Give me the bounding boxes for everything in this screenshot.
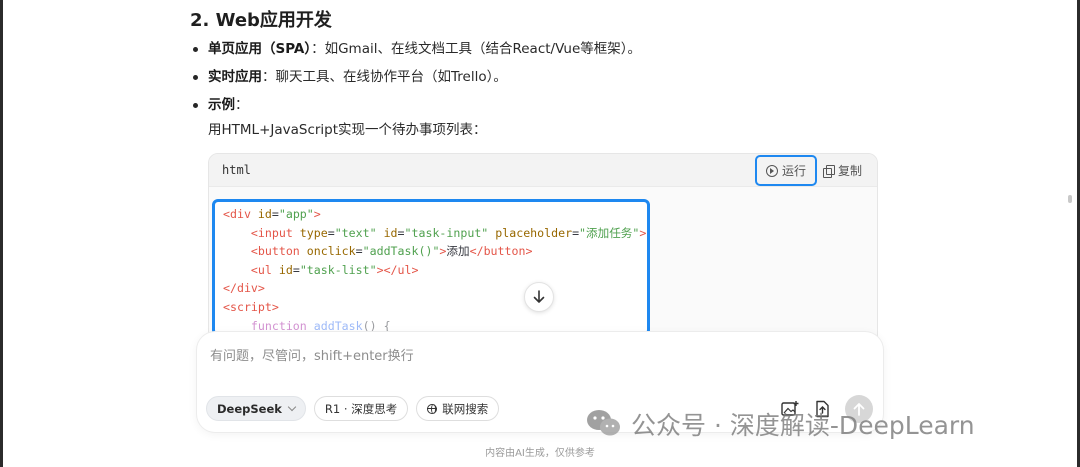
globe-icon [427,403,438,414]
code-block: html 运行 复制 <div id="app"> <input type="t… [208,153,878,353]
copy-icon [823,164,835,178]
copy-label: 复制 [838,164,863,178]
scrollbar-indicator[interactable] [1068,195,1072,203]
deep-think-label: R1 · 深度思考 [324,401,398,416]
send-icon [853,403,865,416]
code-line: <div id="app"> [223,207,321,221]
image-add-icon [781,401,799,416]
copy-button[interactable]: 复制 [823,162,862,179]
bullet-item-spa: 单页应用（SPA）：如Gmail、在线文档工具（结合React/Vue等框架）。 [192,38,641,66]
deep-think-toggle[interactable]: R1 · 深度思考 [313,396,409,421]
image-add-button[interactable] [781,400,799,422]
ai-disclaimer: 内容由AI生成，仅供参考 [485,448,595,459]
model-selector[interactable]: DeepSeek [206,396,306,421]
message-input[interactable]: 有问题，尽管问，shift+enter换行 [210,345,414,364]
bullet-label: 实时应用 [208,69,262,85]
example-intro: 用HTML+JavaScript实现一个待办事项列表： [208,122,487,138]
code-block-header: html 运行 复制 [209,154,877,187]
web-search-label: 联网搜索 [442,401,489,416]
upload-file-button[interactable] [815,400,830,423]
left-window-edge [0,0,3,467]
code-line: <ul id="task-list"></ul> [250,262,419,277]
bullet-list: 单页应用（SPA）：如Gmail、在线文档工具（结合React/Vue等框架）。… [192,38,641,122]
code-line: <button onclick="addTask()">添加</button> [250,244,533,259]
section-heading: 2. Web应用开发 [190,10,332,31]
web-search-toggle[interactable]: 联网搜索 [416,396,500,421]
arrow-down-icon [533,290,545,303]
play-circle-icon [765,164,778,177]
scroll-to-bottom-button[interactable] [524,282,554,312]
bullet-label: 单页应用（SPA） [208,41,312,57]
bullet-text: ：如Gmail、在线文档工具（结合React/Vue等框架）。 [311,41,642,57]
model-label: DeepSeek [217,401,282,416]
code-content[interactable]: <div id="app"> <input type="text" id="ta… [212,199,650,336]
code-line: <script> [223,299,279,314]
bullet-label: 示例 [208,97,235,113]
code-language-label: html [222,163,251,177]
bullet-text: ：聊天工具、在线协作平台（如Trello）。 [262,69,507,85]
composer-options: DeepSeek R1 · 深度思考 联网搜索 [206,396,500,421]
code-line: </div> [223,281,265,296]
upload-file-icon [816,400,829,418]
run-button[interactable]: 运行 [755,155,817,186]
chat-composer: 有问题，尽管问，shift+enter换行 DeepSeek R1 · 深度思考… [197,332,883,432]
run-label: 运行 [781,164,806,178]
chevron-down-icon [287,402,297,412]
bullet-item-realtime: 实时应用：聊天工具、在线协作平台（如Trello）。 [192,66,641,94]
send-button[interactable] [845,395,873,423]
bullet-text: ： [235,97,249,113]
code-line: <input type="text" id="task-input" place… [250,225,647,240]
